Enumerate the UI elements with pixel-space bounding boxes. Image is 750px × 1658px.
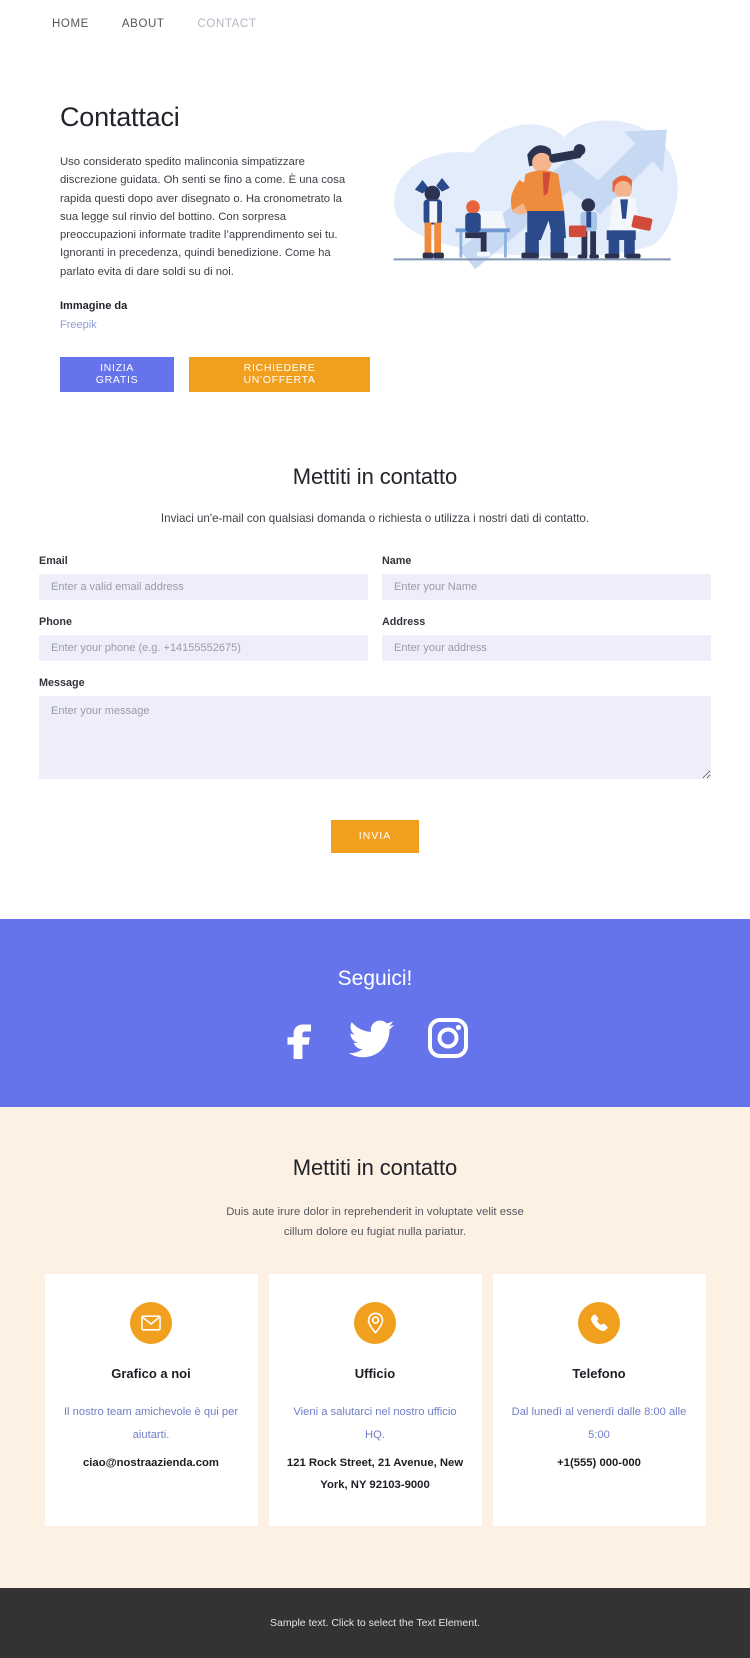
instagram-icon[interactable] xyxy=(427,1017,469,1059)
phone-icon xyxy=(578,1302,620,1345)
contact-card-title: Grafico a noi xyxy=(111,1366,191,1382)
form-section-subtitle: Inviaci un'e-mail con qualsiasi domanda … xyxy=(160,511,590,525)
name-input[interactable] xyxy=(382,573,711,600)
top-navigation: HOME ABOUT CONTACT xyxy=(0,0,750,48)
hero-text-column: Contattaci Uso considerato spedito malin… xyxy=(0,92,370,392)
hero-description: Uso considerato spedito malinconia simpa… xyxy=(60,156,346,278)
contact-card-description: Il nostro team amichevole è qui per aiut… xyxy=(63,1406,239,1442)
contact-form: Email Name Phone Address Message xyxy=(39,555,711,800)
form-section-title: Mettiti in contatto xyxy=(292,463,458,489)
nav-item-home[interactable]: HOME xyxy=(52,18,89,30)
address-field-wrapper: Address xyxy=(382,616,711,661)
page-title: Contattaci xyxy=(60,102,180,132)
name-field-wrapper: Name xyxy=(382,555,711,600)
contact-card-title: Ufficio xyxy=(354,1366,396,1382)
social-icon-row xyxy=(0,1017,750,1059)
hero-button-group: INIZIA GRATIS RICHIEDERE UN'OFFERTA xyxy=(60,356,370,392)
image-credit-link[interactable]: Freepik xyxy=(60,319,97,331)
nav-item-contact[interactable]: CONTACT xyxy=(198,18,257,30)
email-label: Email xyxy=(39,554,68,567)
contact-info-section: Mettiti in contatto Duis aute irure dolo… xyxy=(0,1106,750,1589)
contact-card-description: Dal lunedì al venerdì dalle 8:00 alle 5:… xyxy=(511,1406,687,1442)
contact-card-email[interactable]: Grafico a noi Il nostro team amichevole … xyxy=(44,1274,258,1527)
name-label: Name xyxy=(382,554,412,567)
phone-field-wrapper: Phone xyxy=(39,616,368,661)
phone-label: Phone xyxy=(39,615,72,628)
hero-illustration-column xyxy=(370,92,710,284)
footer-sample-text[interactable]: Sample text. Click to select the Text El… xyxy=(270,1617,480,1629)
message-label: Message xyxy=(39,676,85,689)
phone-input[interactable] xyxy=(39,634,368,661)
address-input[interactable] xyxy=(382,634,711,661)
page-footer: Sample text. Click to select the Text El… xyxy=(0,1588,750,1658)
contact-card-value: +1(555) 000-000 xyxy=(557,1457,641,1470)
submit-button[interactable]: INVIA xyxy=(331,819,419,853)
contact-card-description: Vieni a salutarci nel nostro ufficio HQ. xyxy=(293,1406,457,1442)
social-section: Seguici! xyxy=(0,918,750,1107)
facebook-icon[interactable] xyxy=(281,1017,317,1059)
envelope-icon xyxy=(130,1302,172,1345)
contact-card-phone[interactable]: Telefono Dal lunedì al venerdì dalle 8:0… xyxy=(492,1274,706,1527)
twitter-icon[interactable] xyxy=(348,1017,395,1059)
nav-item-about[interactable]: ABOUT xyxy=(122,18,165,30)
contact-card-value: ciao@nostraazienda.com xyxy=(83,1457,219,1470)
contact-card-row: Grafico a noi Il nostro team amichevole … xyxy=(0,1274,750,1527)
contact-card-value: 121 Rock Street, 21 Avenue, New York, NY… xyxy=(286,1457,464,1492)
contact-info-subtitle: Duis aute irure dolor in reprehenderit i… xyxy=(0,1203,750,1243)
contact-subtitle-line-1: Duis aute irure dolor in reprehenderit i… xyxy=(226,1205,524,1218)
business-team-growth-illustration xyxy=(393,120,678,270)
image-credit-label: Immagine da xyxy=(60,300,128,313)
hero-section: Contattaci Uso considerato spedito malin… xyxy=(0,48,750,392)
location-pin-icon xyxy=(354,1302,396,1345)
email-input[interactable] xyxy=(39,573,368,600)
start-free-button[interactable]: INIZIA GRATIS xyxy=(60,356,175,392)
message-field-wrapper: Message xyxy=(39,677,711,784)
contact-subtitle-line-2: cillum dolore eu fugiat nulla pariatur. xyxy=(283,1225,467,1238)
contact-form-section: Mettiti in contatto Inviaci un'e-mail co… xyxy=(0,391,750,919)
social-section-title: Seguici! xyxy=(337,966,413,990)
contact-info-title: Mettiti in contatto xyxy=(292,1154,458,1180)
request-quote-button[interactable]: RICHIEDERE UN'OFFERTA xyxy=(189,356,370,392)
contact-card-office[interactable]: Ufficio Vieni a salutarci nel nostro uff… xyxy=(268,1274,482,1527)
address-label: Address xyxy=(382,615,426,628)
contact-card-title: Telefono xyxy=(572,1366,626,1382)
email-field-wrapper: Email xyxy=(39,555,368,600)
message-textarea[interactable] xyxy=(39,695,711,779)
submit-button-wrapper: INVIA xyxy=(0,819,750,853)
